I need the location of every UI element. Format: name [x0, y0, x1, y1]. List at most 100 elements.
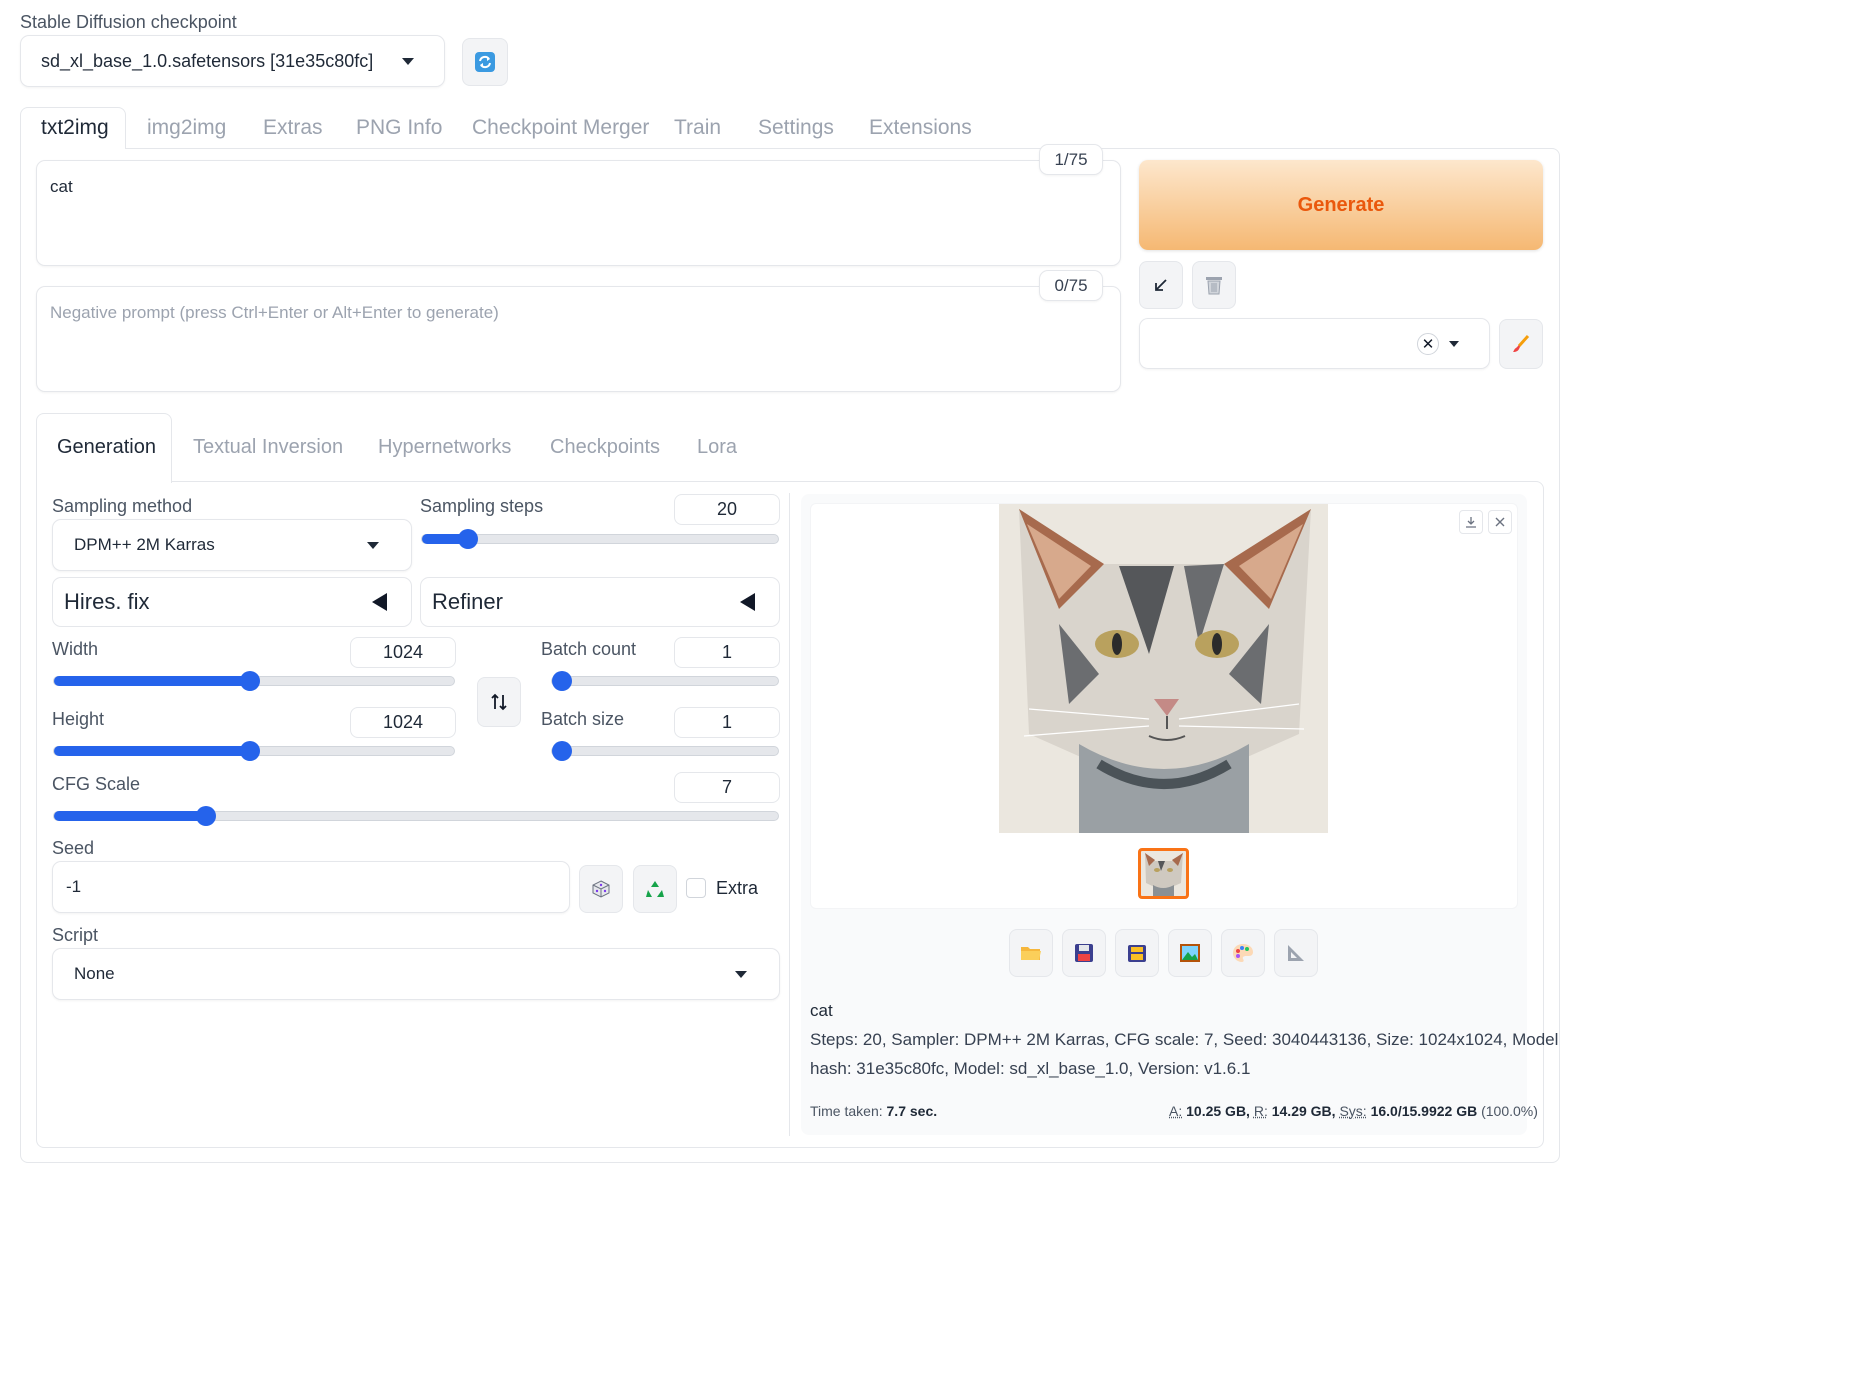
paintbrush-icon	[1513, 334, 1530, 352]
height-slider[interactable]	[53, 741, 455, 761]
script-label: Script	[52, 925, 99, 945]
gallery-thumbnail[interactable]	[1138, 848, 1189, 899]
tab-lora[interactable]: Lora	[697, 436, 737, 459]
floppy-disk-icon	[1075, 944, 1093, 962]
output-params-line-1: Steps: 20, Sampler: DPM++ 2M Karras, CFG…	[810, 1030, 1559, 1049]
refiner-accordion[interactable]: Refiner	[420, 577, 780, 627]
edit-styles-button[interactable]	[1499, 319, 1543, 369]
trash-icon	[1206, 277, 1222, 295]
refiner-label: Refiner	[432, 589, 503, 614]
sampling-steps-label: Sampling steps	[420, 496, 544, 516]
slider-thumb[interactable]	[196, 806, 216, 826]
slider-thumb[interactable]	[552, 741, 572, 761]
mem-pct: (100.0%)	[1481, 1103, 1538, 1119]
styles-dropdown[interactable]: ✕	[1139, 318, 1490, 369]
sampling-steps-slider[interactable]	[421, 529, 779, 549]
sampling-method-label: Sampling method	[52, 496, 193, 516]
mem-a-label: A:	[1169, 1103, 1183, 1119]
hires-fix-accordion[interactable]: Hires. fix	[52, 577, 412, 627]
open-folder-button[interactable]	[1009, 929, 1053, 977]
reuse-seed-button[interactable]	[633, 865, 677, 913]
download-button[interactable]	[1459, 510, 1483, 534]
generated-image[interactable]	[999, 504, 1328, 833]
tab-img2img[interactable]: img2img	[147, 116, 226, 140]
cfg-scale-input[interactable]: 7	[674, 772, 780, 803]
random-seed-button[interactable]	[579, 865, 623, 913]
slider-thumb[interactable]	[552, 671, 572, 691]
tab-settings[interactable]: Settings	[758, 116, 834, 140]
cfg-scale-slider[interactable]	[53, 806, 779, 826]
clear-prompt-button[interactable]	[1192, 261, 1236, 309]
extra-seed-checkbox[interactable]	[686, 878, 706, 898]
sampling-method-dropdown[interactable]: DPM++ 2M Karras	[52, 519, 412, 571]
slider-thumb[interactable]	[240, 741, 260, 761]
output-params-line-2: hash: 31e35c80fc, Model: sd_xl_base_1.0,…	[810, 1059, 1251, 1078]
batch-count-input[interactable]: 1	[674, 637, 780, 668]
mem-sys-value: 16.0/15.9922 GB	[1370, 1103, 1478, 1119]
recycle-icon	[646, 881, 664, 897]
seed-input[interactable]: -1	[52, 861, 570, 913]
checkpoint-dropdown[interactable]: sd_xl_base_1.0.safetensors [31e35c80fc]	[20, 35, 445, 87]
width-input[interactable]: 1024	[350, 637, 456, 668]
mem-r-value: 14.29 GB,	[1271, 1103, 1336, 1119]
hires-fix-label: Hires. fix	[64, 589, 150, 614]
send-to-inpaint-button[interactable]	[1221, 929, 1265, 977]
slider-fill	[54, 676, 250, 686]
close-icon	[1495, 517, 1505, 527]
arrow-down-left-icon	[1155, 279, 1167, 291]
send-to-extras-button[interactable]	[1274, 929, 1318, 977]
swap-dimensions-button[interactable]	[477, 677, 521, 727]
slider-thumb[interactable]	[458, 529, 478, 549]
tab-train[interactable]: Train	[674, 116, 721, 140]
zip-button[interactable]	[1115, 929, 1159, 977]
slider-thumb[interactable]	[240, 671, 260, 691]
tab-generation[interactable]: Generation	[57, 436, 156, 459]
triangle-ruler-icon	[1288, 945, 1304, 961]
height-input[interactable]: 1024	[350, 707, 456, 738]
script-value: None	[74, 964, 115, 983]
prompt-token-counter: 1/75	[1039, 144, 1103, 175]
tab-png-info[interactable]: PNG Info	[356, 116, 442, 140]
collapse-arrow-icon	[740, 593, 755, 611]
chevron-down-icon	[1449, 340, 1459, 347]
batch-size-slider[interactable]	[551, 741, 779, 761]
output-prompt-text: cat	[810, 1001, 833, 1020]
width-slider[interactable]	[53, 671, 455, 691]
chevron-down-icon	[735, 970, 747, 978]
width-label: Width	[52, 639, 99, 659]
save-button[interactable]	[1062, 929, 1106, 977]
folder-icon	[1021, 947, 1041, 960]
generate-button[interactable]: Generate	[1139, 160, 1543, 250]
tab-checkpoints[interactable]: Checkpoints	[550, 436, 660, 459]
send-to-img2img-button[interactable]	[1168, 929, 1212, 977]
prompt-text: cat	[50, 177, 73, 196]
sampling-steps-input[interactable]: 20	[674, 494, 780, 525]
slider-fill	[54, 811, 206, 821]
refresh-checkpoint-button[interactable]	[462, 38, 508, 86]
dice-icon	[592, 880, 610, 898]
close-preview-button[interactable]	[1488, 510, 1512, 534]
mem-sys-label: Sys:	[1339, 1103, 1367, 1119]
negative-prompt-textarea[interactable]: Negative prompt (press Ctrl+Enter or Alt…	[36, 286, 1121, 392]
picture-icon	[1180, 944, 1200, 962]
batch-size-input[interactable]: 1	[674, 707, 780, 738]
tab-extras[interactable]: Extras	[263, 116, 323, 140]
tab-hypernetworks[interactable]: Hypernetworks	[378, 436, 511, 459]
time-taken-label: Time taken:	[810, 1103, 883, 1119]
tab-extensions[interactable]: Extensions	[869, 116, 972, 140]
collapse-arrow-icon	[372, 593, 387, 611]
batch-count-slider[interactable]	[551, 671, 779, 691]
clear-icon[interactable]: ✕	[1417, 332, 1439, 355]
cfg-scale-label: CFG Scale	[52, 774, 141, 794]
time-taken-value: 7.7 sec.	[886, 1103, 938, 1119]
refresh-icon	[475, 52, 495, 72]
script-dropdown[interactable]: None	[52, 948, 780, 1000]
download-icon	[1466, 517, 1476, 528]
tab-checkpoint-merger[interactable]: Checkpoint Merger	[472, 116, 649, 140]
tab-txt2img[interactable]: txt2img	[41, 116, 109, 140]
column-divider	[789, 493, 790, 1136]
slider-fill	[54, 746, 250, 756]
prompt-textarea[interactable]: cat	[36, 160, 1121, 266]
read-params-button[interactable]	[1139, 261, 1183, 309]
tab-textual-inversion[interactable]: Textual Inversion	[193, 436, 343, 459]
